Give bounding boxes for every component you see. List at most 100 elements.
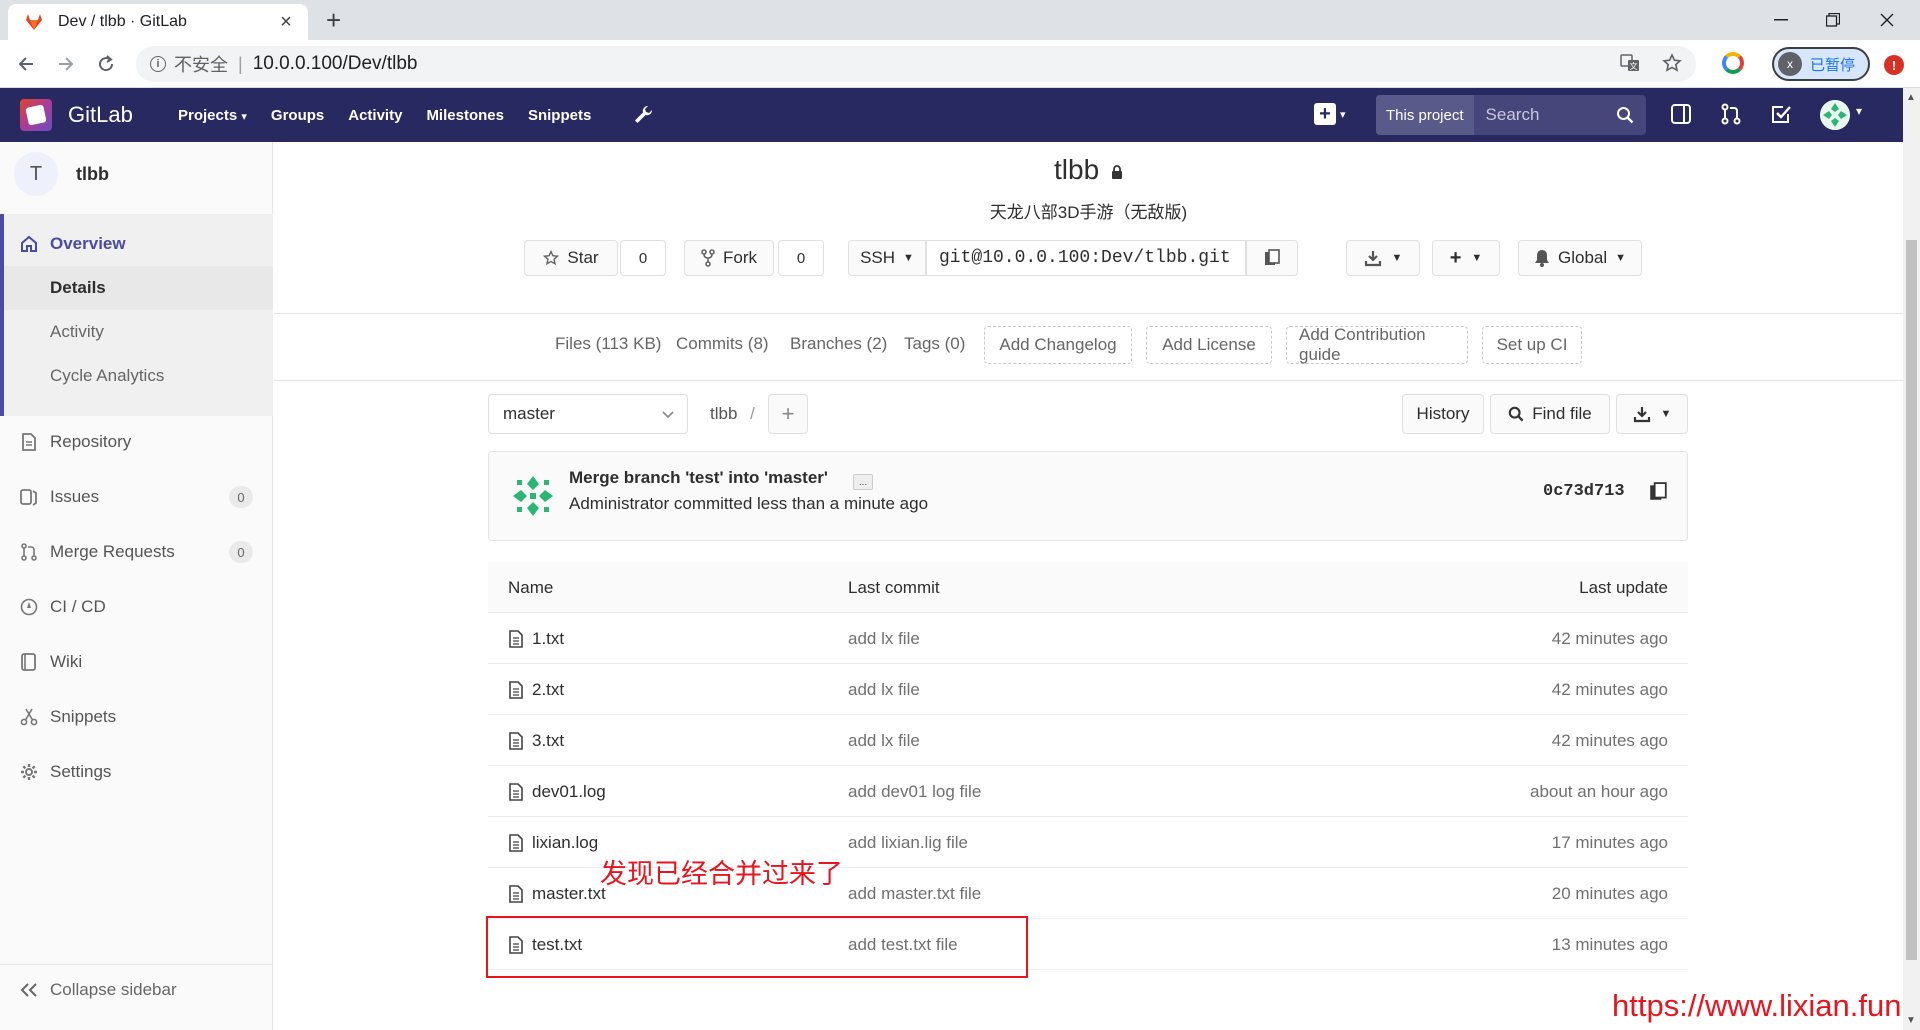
menu-projects[interactable]: Projects ▾ [178,107,247,124]
star-button[interactable]: Star [524,240,618,276]
sidebar-item-issues[interactable]: Issues 0 [0,475,273,519]
sidebar-item-wiki[interactable]: Wiki [0,640,273,684]
translate-icon[interactable]: 文 [1620,53,1640,73]
merge-request-icon[interactable] [1720,103,1742,125]
todo-check-icon[interactable] [1770,103,1792,125]
add-new-dropdown[interactable]: + ▼ [1432,240,1500,276]
table-row[interactable]: 1.txt add lx file 42 minutes ago [488,613,1688,664]
scroll-down-icon[interactable]: ▼ [1906,1015,1916,1026]
sidebar-toggle-icon[interactable] [1670,103,1692,125]
bookmark-star-icon[interactable] [1662,53,1682,73]
commit-sha[interactable]: 0c73d713 [1543,482,1625,501]
file-last-commit[interactable]: add dev01 log file [848,782,981,802]
minimize-icon[interactable] [1766,8,1796,32]
file-name-cell[interactable]: dev01.log [508,782,606,802]
copy-url-button[interactable] [1246,240,1298,276]
file-name[interactable]: master.txt [532,884,606,904]
sidebar-item-ci-cd[interactable]: CI / CD [0,585,273,629]
find-file-button[interactable]: Find file [1490,394,1610,434]
file-name[interactable]: lixian.log [532,833,598,853]
commit-expand-button[interactable]: ... [853,474,873,490]
search-icon[interactable] [1616,106,1634,124]
commit-author-avatar[interactable] [511,474,555,518]
menu-milestones[interactable]: Milestones [426,107,504,124]
forward-icon[interactable] [52,50,80,78]
sidebar-subitem-activity[interactable]: Activity [4,310,273,354]
search-input[interactable]: Search [1486,105,1616,125]
chevron-down-icon[interactable]: ▾ [1856,104,1862,118]
extension-icon[interactable] [1722,52,1744,74]
url-text[interactable]: 10.0.0.100/Dev/tlbb [253,53,418,75]
branch-selector[interactable]: master [488,394,688,434]
file-last-commit[interactable]: add lx file [848,629,920,649]
profile-button[interactable]: x 已暂停 [1772,47,1870,81]
star-count[interactable]: 0 [620,240,666,276]
clone-url-field[interactable]: git@10.0.0.100:Dev/tlbb.git [926,240,1246,276]
update-alert-icon[interactable]: ! [1884,55,1904,75]
address-bar[interactable]: i 不安全 | 10.0.0.100/Dev/tlbb 文 [136,46,1696,82]
sidebar-item-overview[interactable]: Overview [0,222,273,266]
file-last-commit[interactable]: add lx file [848,680,920,700]
clone-protocol-dropdown[interactable]: SSH ▼ [848,240,926,276]
breadcrumb-project[interactable]: tlbb [710,404,737,423]
tab-close-icon[interactable]: × [276,11,296,34]
file-name[interactable]: 3.txt [532,731,564,751]
file-name-cell[interactable]: 1.txt [508,629,564,649]
sidebar-project-header[interactable]: T tlbb [14,152,109,196]
gitlab-logo[interactable] [20,99,52,131]
history-button[interactable]: History [1402,394,1484,434]
add-changelog-button[interactable]: Add Changelog [984,326,1132,364]
setup-ci-button[interactable]: Set up CI [1482,326,1582,364]
add-contribution-guide-button[interactable]: Add Contribution guide [1286,325,1468,364]
notification-dropdown[interactable]: Global ▼ [1518,240,1642,276]
scroll-up-icon[interactable]: ▲ [1906,92,1916,103]
reload-icon[interactable] [92,50,120,78]
browser-tab[interactable]: Dev / tlbb · GitLab × [8,4,308,40]
stat-tags[interactable]: Tags (0) [904,334,965,354]
download-dropdown[interactable]: ▼ [1346,240,1420,276]
download-source-dropdown[interactable]: ▼ [1616,394,1688,434]
user-avatar[interactable] [1820,100,1850,130]
sidebar-item-repository[interactable]: Repository [0,420,273,464]
file-name[interactable]: dev01.log [532,782,606,802]
file-last-commit[interactable]: add lixian.lig file [848,833,968,853]
new-item-dropdown[interactable]: + ▾ [1314,103,1346,125]
fork-button[interactable]: Fork [684,240,774,276]
menu-snippets[interactable]: Snippets [528,107,591,124]
new-tab-icon[interactable]: + [326,6,341,34]
fork-count[interactable]: 0 [778,240,824,276]
collapse-sidebar-button[interactable]: Collapse sidebar [0,964,273,1014]
sidebar-item-settings[interactable]: Settings [0,750,273,794]
table-row[interactable]: 3.txt add lx file 42 minutes ago [488,715,1688,766]
file-name[interactable]: 2.txt [532,680,564,700]
menu-groups[interactable]: Groups [271,107,324,124]
copy-sha-icon[interactable] [1649,482,1667,502]
admin-wrench-icon[interactable] [632,104,654,126]
search-scope[interactable]: This project [1376,95,1474,135]
add-license-button[interactable]: Add License [1146,326,1272,364]
stat-commits[interactable]: Commits (8) [676,334,769,354]
stat-branches[interactable]: Branches (2) [790,334,887,354]
gitlab-brand[interactable]: GitLab [68,102,133,128]
sidebar-item-snippets[interactable]: Snippets [0,695,273,739]
close-window-icon[interactable] [1872,8,1902,32]
table-row[interactable]: dev01.log add dev01 log file about an hour… [488,766,1688,817]
restore-icon[interactable] [1818,8,1848,32]
file-name-cell[interactable]: lixian.log [508,833,598,853]
commit-title[interactable]: Merge branch 'test' into 'master' [569,468,828,488]
file-last-commit[interactable]: add master.txt file [848,884,981,904]
file-name[interactable]: 1.txt [532,629,564,649]
add-to-tree-button[interactable]: + [768,394,808,434]
search-box[interactable]: This project Search [1376,95,1646,135]
info-icon[interactable]: i [150,56,166,72]
file-name-cell[interactable]: master.txt [508,884,606,904]
sidebar-item-merge-requests[interactable]: Merge Requests 0 [0,530,273,574]
file-name-cell[interactable]: 2.txt [508,680,564,700]
sidebar-subitem-cycle-analytics[interactable]: Cycle Analytics [4,354,273,398]
scrollbar-thumb[interactable] [1906,240,1917,960]
table-row[interactable]: 2.txt add lx file 42 minutes ago [488,664,1688,715]
sidebar-subitem-details[interactable]: Details [4,266,273,310]
stat-files[interactable]: Files (113 KB) [555,334,661,354]
page-scrollbar[interactable]: ▲ ▼ [1903,88,1920,1030]
back-icon[interactable] [12,50,40,78]
